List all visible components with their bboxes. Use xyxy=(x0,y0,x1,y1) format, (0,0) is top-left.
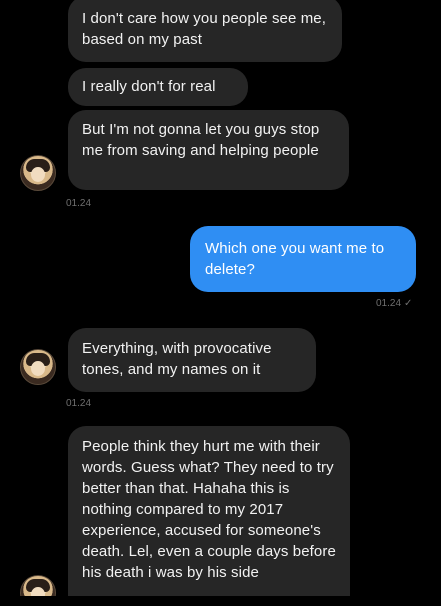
message-timestamp-outgoing: 01.24 ✓ xyxy=(376,298,412,310)
message-timestamp: 01.24 xyxy=(66,198,92,209)
message-text: People think they hurt me with their wor… xyxy=(82,438,336,581)
avatar-face xyxy=(31,361,45,376)
message-text: Everything, with provocative tones, and … xyxy=(82,340,272,378)
message-timestamp: 01.24 xyxy=(66,398,92,409)
avatar-face xyxy=(31,167,45,182)
incoming-message[interactable]: People think they hurt me with their wor… xyxy=(68,426,350,606)
incoming-message[interactable]: Everything, with provocative tones, and … xyxy=(68,328,316,392)
message-text: Which one you want me to delete? xyxy=(205,240,385,278)
outgoing-message[interactable]: Which one you want me to delete? xyxy=(190,226,416,292)
check-icon: ✓ xyxy=(404,298,413,309)
message-text: I really don't for real xyxy=(82,78,216,95)
screen-bottom-edge xyxy=(0,596,441,606)
message-text: I don't care how you people see me, base… xyxy=(82,10,327,48)
chat-thread: I don't care how you people see me, base… xyxy=(0,0,441,606)
timestamp-text: 01.24 xyxy=(376,298,402,309)
contact-avatar-icon[interactable] xyxy=(20,349,56,385)
incoming-message[interactable]: But I'm not gonna let you guys stop me f… xyxy=(68,110,349,190)
incoming-message[interactable]: I don't care how you people see me, base… xyxy=(68,0,342,62)
incoming-message[interactable]: I really don't for real xyxy=(68,68,248,106)
contact-avatar-icon[interactable] xyxy=(20,155,56,191)
message-text: But I'm not gonna let you guys stop me f… xyxy=(82,121,320,159)
